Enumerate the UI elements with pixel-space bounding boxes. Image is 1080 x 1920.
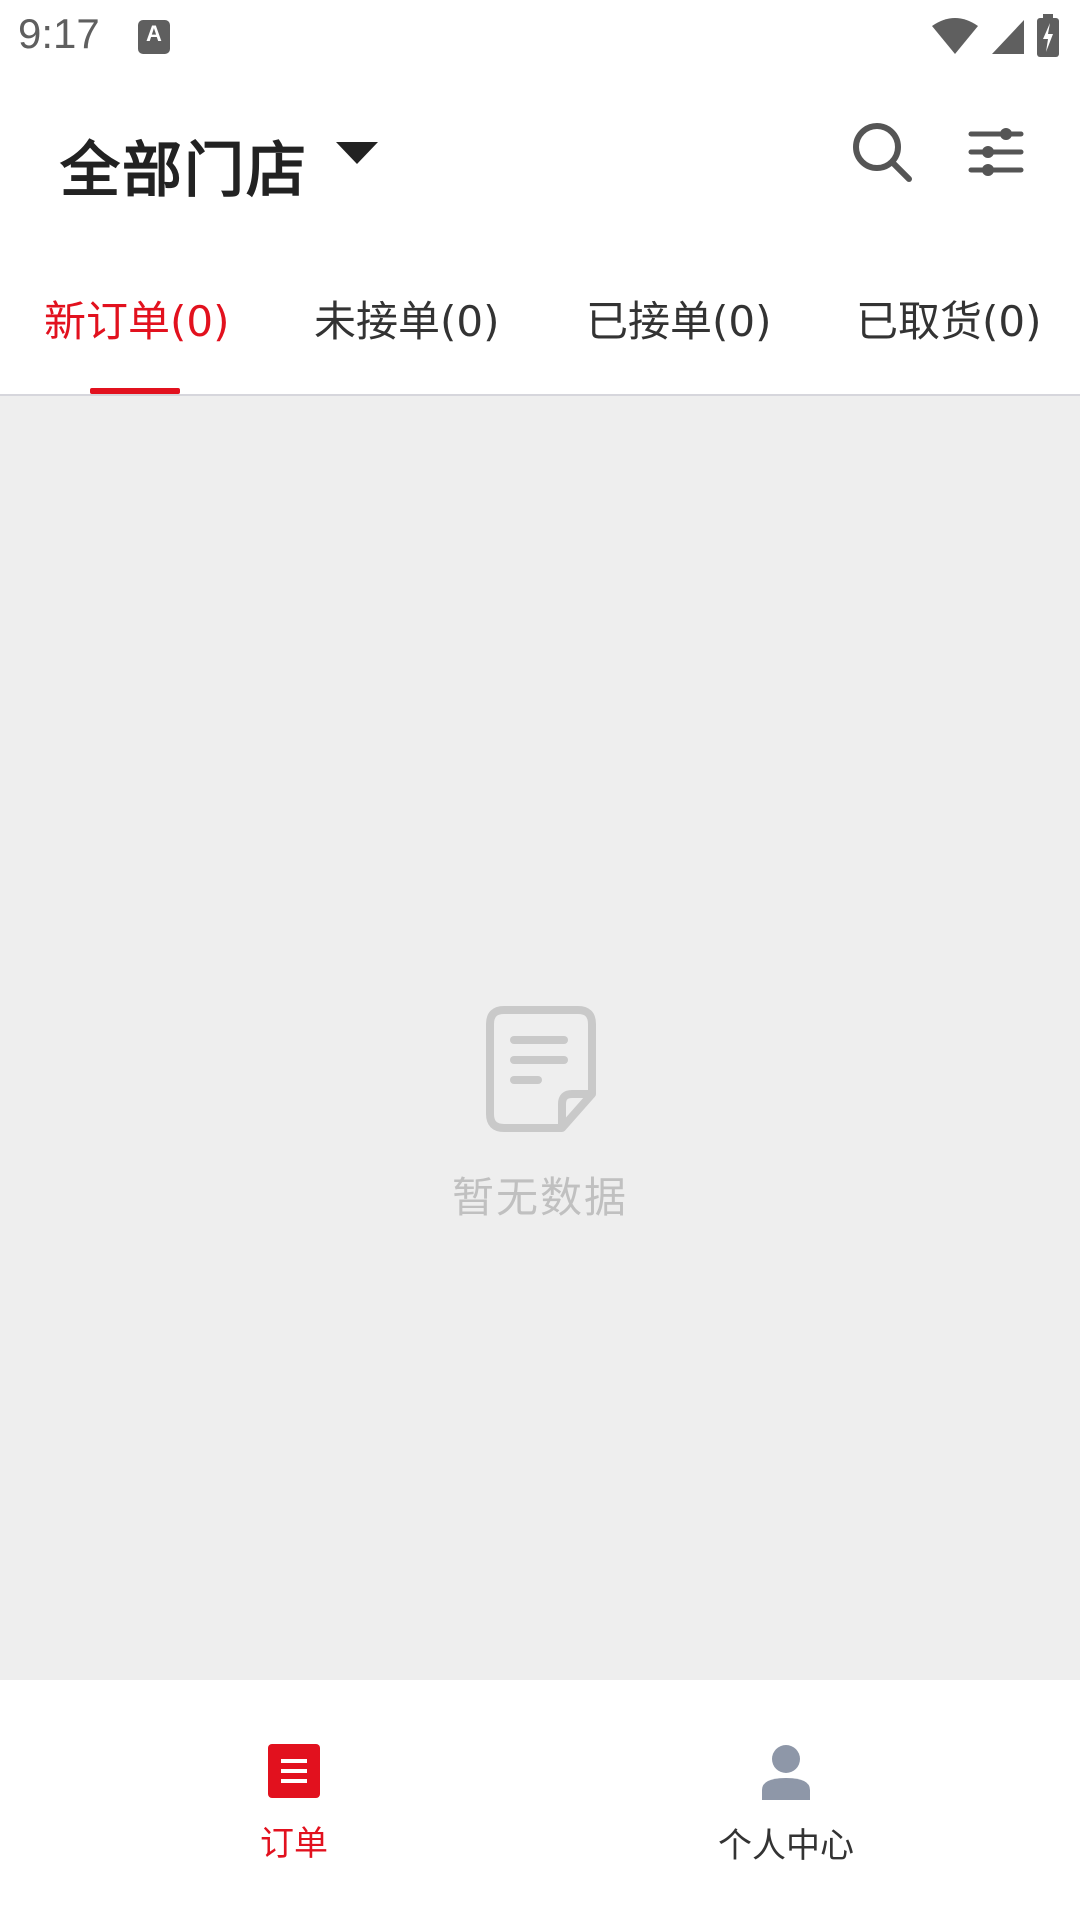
status-bar: 9:17 A xyxy=(0,0,1080,72)
nav-item-orders[interactable]: 订单 xyxy=(144,1744,444,1865)
status-icons xyxy=(930,14,1060,58)
tab-new-orders[interactable]: 新订单(0) xyxy=(44,288,230,349)
tab-accepted[interactable]: 已接单(0) xyxy=(586,288,772,349)
filter-sliders-icon xyxy=(968,128,1024,176)
person-icon xyxy=(762,1745,810,1800)
notification-a-icon: A xyxy=(138,20,170,54)
wifi-icon xyxy=(932,18,978,54)
nav-item-profile[interactable]: 个人中心 xyxy=(636,1744,936,1867)
empty-document-icon xyxy=(486,1006,596,1132)
filter-button[interactable] xyxy=(956,112,1036,192)
cell-signal-icon xyxy=(992,20,1024,54)
nav-label-orders: 订单 xyxy=(260,1824,328,1864)
orders-list-icon xyxy=(268,1744,320,1798)
active-tab-indicator xyxy=(90,388,180,394)
empty-state-text: 暂无数据 xyxy=(451,1173,628,1222)
order-list-area[interactable]: 暂无数据 xyxy=(0,396,1080,1680)
nav-label-profile: 个人中心 xyxy=(718,1826,854,1866)
bottom-navigation: 订单 个人中心 xyxy=(0,1680,1080,1920)
battery-icon xyxy=(1037,14,1059,57)
status-time: 9:17 xyxy=(18,10,100,57)
caret-down-icon[interactable] xyxy=(336,142,378,164)
order-status-tabs: 新订单(0) 未接单(0) 已接单(0) 已取货(0) xyxy=(0,240,1080,396)
tab-unaccepted[interactable]: 未接单(0) xyxy=(314,288,500,349)
tab-picked-up[interactable]: 已取货(0) xyxy=(856,288,1042,349)
app-header: 全部门店 xyxy=(0,72,1080,240)
search-button[interactable] xyxy=(842,112,922,192)
search-icon xyxy=(853,123,912,182)
store-selector-title[interactable]: 全部门店 xyxy=(60,122,308,209)
